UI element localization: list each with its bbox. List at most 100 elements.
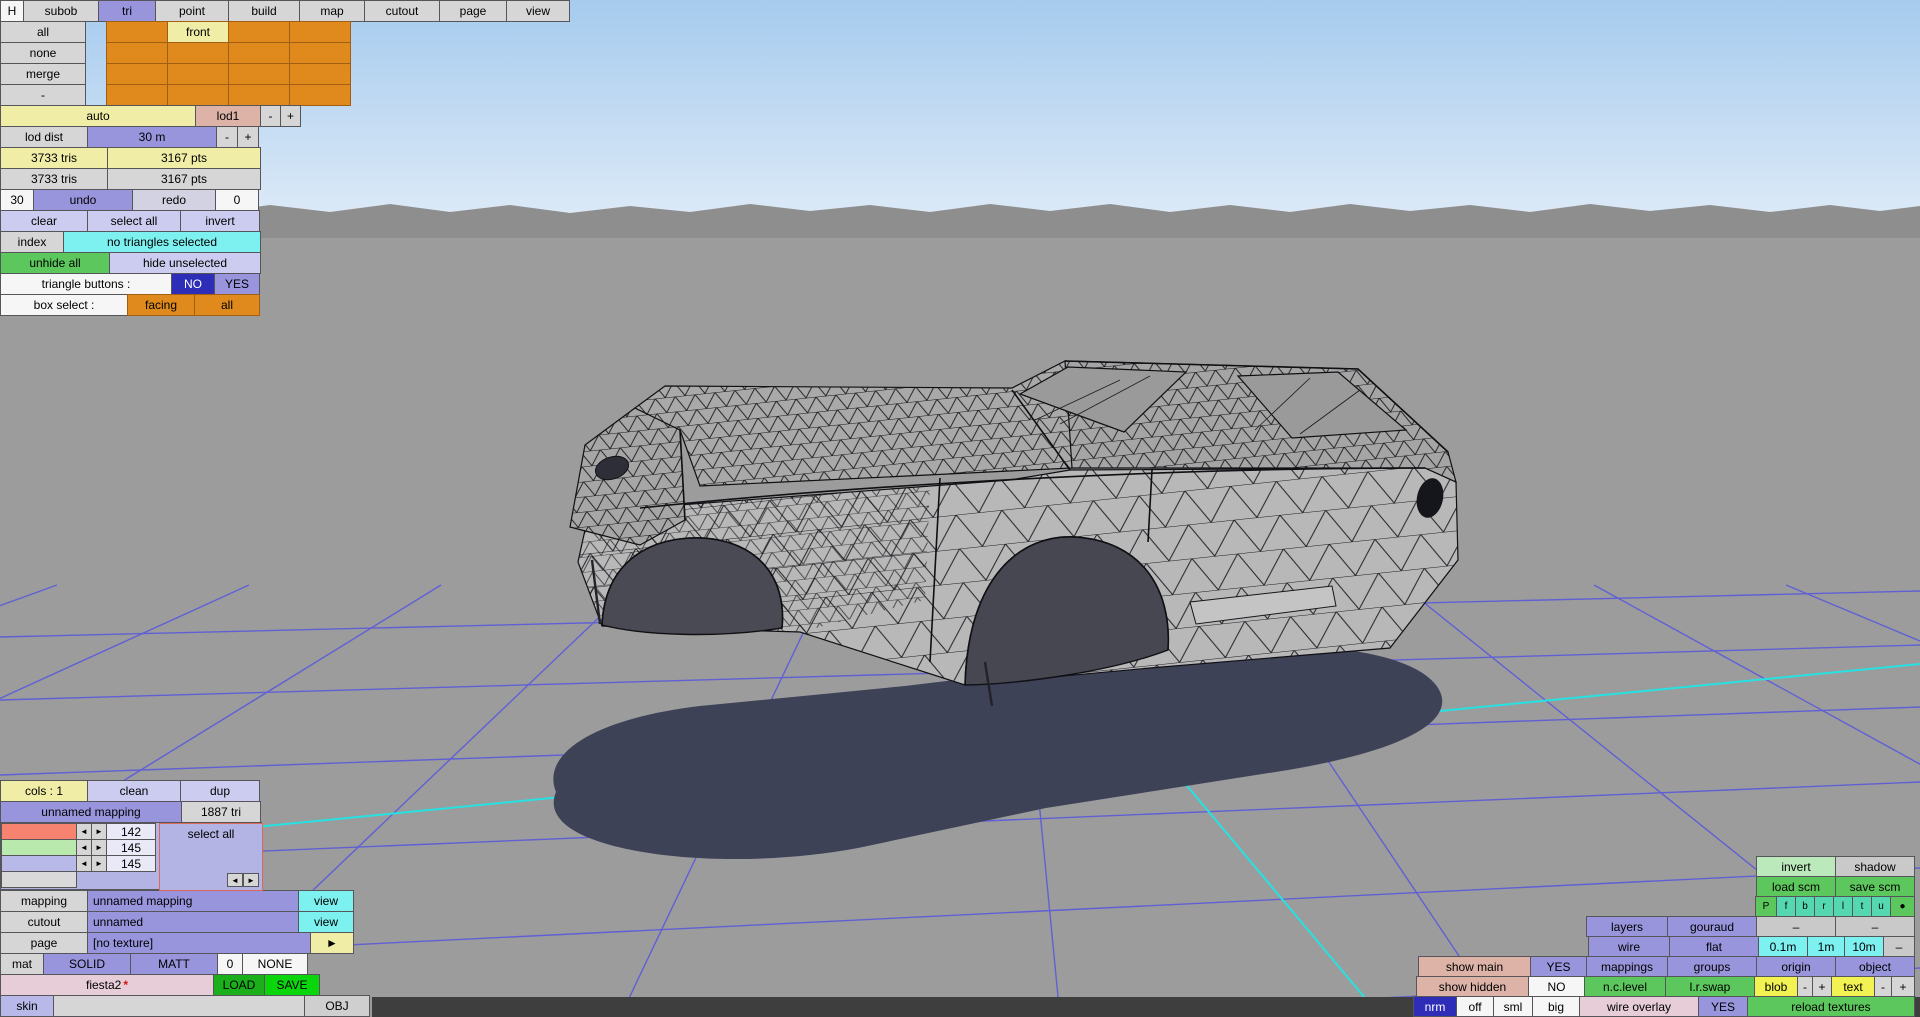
grid-cell[interactable] <box>289 21 351 43</box>
lod1-button[interactable]: lod1 <box>195 105 261 127</box>
grid-10m-button[interactable]: 10m <box>1844 936 1884 957</box>
view-under-button[interactable]: u <box>1871 896 1891 917</box>
menu-map[interactable]: map <box>299 0 365 22</box>
layers-button[interactable]: layers <box>1586 916 1668 937</box>
subob-merge-button[interactable]: merge <box>0 63 86 85</box>
subob-dash-button[interactable]: - <box>0 84 86 106</box>
grid-cell[interactable] <box>106 21 168 43</box>
page-label[interactable]: page <box>0 932 88 954</box>
select-all-button[interactable]: select all <box>87 210 181 232</box>
blob-plus-button[interactable]: + <box>1812 976 1832 997</box>
obj-button[interactable]: OBJ <box>304 995 370 1017</box>
view-dot-button[interactable]: ● <box>1890 896 1915 917</box>
flat-button[interactable]: flat <box>1669 936 1759 957</box>
box-select-all[interactable]: all <box>194 294 260 316</box>
lod-dist-plus-button[interactable]: + <box>237 126 259 148</box>
red-swatch[interactable] <box>1 823 77 840</box>
save-button[interactable]: SAVE <box>264 974 320 996</box>
menu-build[interactable]: build <box>228 0 300 22</box>
grid-01m-button[interactable]: 0.1m <box>1758 936 1808 957</box>
view-back-button[interactable]: b <box>1795 896 1815 917</box>
grid-1m-button[interactable]: 1m <box>1807 936 1845 957</box>
blue-swatch[interactable] <box>1 855 77 872</box>
nc-level-button[interactable]: n.c.level <box>1584 976 1666 997</box>
auto-button[interactable]: auto <box>0 105 196 127</box>
normals-big-button[interactable]: big <box>1532 996 1580 1017</box>
invert-button[interactable]: invert <box>180 210 260 232</box>
text-plus-button[interactable]: + <box>1891 976 1915 997</box>
redo-button[interactable]: redo <box>132 189 216 211</box>
gray-swatch[interactable] <box>1 871 77 888</box>
origin-button[interactable]: origin <box>1756 956 1836 977</box>
cols-button[interactable]: cols : 1 <box>0 780 88 802</box>
grid-cell[interactable] <box>106 63 168 85</box>
wire-overlay-toggle[interactable]: YES <box>1698 996 1748 1017</box>
grid-cell[interactable] <box>167 63 229 85</box>
model-filename[interactable]: fiesta2 * <box>0 974 214 996</box>
grid-cell[interactable] <box>167 84 229 106</box>
grid-cell[interactable] <box>228 42 290 64</box>
page-next-button[interactable]: ► <box>310 932 354 954</box>
text-minus-button[interactable]: - <box>1874 976 1892 997</box>
grid-cell[interactable] <box>289 63 351 85</box>
shadow-button[interactable]: shadow <box>1835 856 1915 877</box>
mat-label[interactable]: mat <box>0 953 44 975</box>
normals-sml-button[interactable]: sml <box>1493 996 1533 1017</box>
grid-cell[interactable] <box>167 42 229 64</box>
mat-none-button[interactable]: NONE <box>242 953 308 975</box>
reload-textures-button[interactable]: reload textures <box>1747 996 1915 1017</box>
load-scm-button[interactable]: load scm <box>1756 876 1836 897</box>
cutout-view-button[interactable]: view <box>298 911 354 933</box>
blob-minus-button[interactable]: - <box>1797 976 1813 997</box>
grid-cell[interactable] <box>106 84 168 106</box>
grid-cell[interactable] <box>289 42 351 64</box>
mapping-view-button[interactable]: view <box>298 890 354 912</box>
red-decrement-button[interactable]: ◄ <box>76 823 92 840</box>
grid-cell[interactable] <box>228 21 290 43</box>
view-perspective-button[interactable]: P <box>1755 896 1777 917</box>
lr-swap-button[interactable]: l.r.swap <box>1665 976 1755 997</box>
green-swatch[interactable] <box>1 839 77 856</box>
mappings-button[interactable]: mappings <box>1586 956 1668 977</box>
page-value[interactable]: [no texture] <box>87 932 311 954</box>
show-hidden-label[interactable]: show hidden <box>1416 976 1529 997</box>
cutout-value[interactable]: unnamed <box>87 911 299 933</box>
grid-cell-front[interactable]: front <box>167 21 229 43</box>
subob-all-button[interactable]: all <box>0 21 86 43</box>
layers-dash-2[interactable]: – <box>1835 916 1915 937</box>
menu-cutout[interactable]: cutout <box>364 0 440 22</box>
invert-view-button[interactable]: invert <box>1756 856 1836 877</box>
view-top-button[interactable]: t <box>1852 896 1872 917</box>
mat-solid-button[interactable]: SOLID <box>43 953 131 975</box>
col-prev-button[interactable]: ◄ <box>227 873 243 887</box>
gouraud-button[interactable]: gouraud <box>1667 916 1757 937</box>
green-increment-button[interactable]: ► <box>91 839 107 856</box>
blue-increment-button[interactable]: ► <box>91 855 107 872</box>
unhide-all-button[interactable]: unhide all <box>0 252 110 274</box>
view-right-button[interactable]: r <box>1814 896 1834 917</box>
normals-off-button[interactable]: off <box>1456 996 1494 1017</box>
grid-cell[interactable] <box>289 84 351 106</box>
index-button[interactable]: index <box>0 231 64 253</box>
dup-button[interactable]: dup <box>180 780 260 802</box>
load-button[interactable]: LOAD <box>213 974 265 996</box>
red-increment-button[interactable]: ► <box>91 823 107 840</box>
skin-slot[interactable] <box>53 995 305 1017</box>
grid-cell[interactable] <box>106 42 168 64</box>
subob-none-button[interactable]: none <box>0 42 86 64</box>
save-scm-button[interactable]: save scm <box>1835 876 1915 897</box>
triangle-buttons-yes[interactable]: YES <box>214 273 260 295</box>
cutout-label[interactable]: cutout <box>0 911 88 933</box>
grid-cell[interactable] <box>228 84 290 106</box>
show-main-toggle[interactable]: YES <box>1530 956 1587 977</box>
view-front-button[interactable]: f <box>1776 896 1796 917</box>
normals-nrm-button[interactable]: nrm <box>1413 996 1457 1017</box>
menu-page[interactable]: page <box>439 0 507 22</box>
lod-dist-value[interactable]: 30 m <box>87 126 217 148</box>
color-select-all-box[interactable]: select all ◄ ► <box>159 823 263 891</box>
grid-dash[interactable]: – <box>1883 936 1915 957</box>
mat-matt-button[interactable]: MATT <box>130 953 218 975</box>
object-button[interactable]: object <box>1835 956 1915 977</box>
show-main-label[interactable]: show main <box>1418 956 1531 977</box>
wire-button[interactable]: wire <box>1588 936 1670 957</box>
